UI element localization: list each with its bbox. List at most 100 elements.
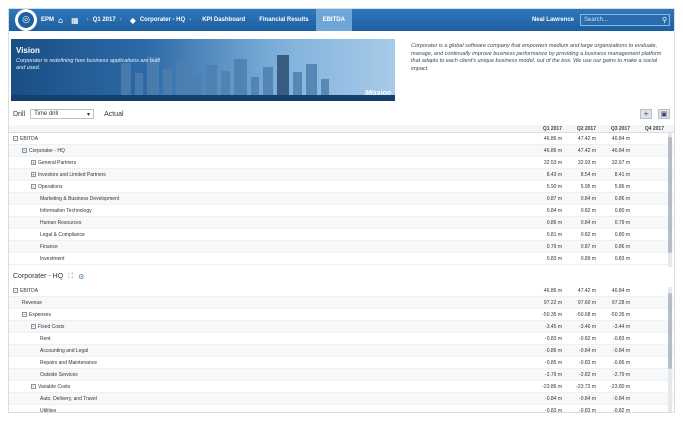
scrollbar[interactable] xyxy=(668,287,672,412)
breadcrumb-period[interactable]: Q1 2017 xyxy=(93,17,116,23)
table-row[interactable]: Revenue 97.22 m 97.60 m 97.28 m xyxy=(9,297,674,309)
grid-body: − EBITDA 46.86 m 47.42 m 46.84 m Revenue 97.22… xyxy=(9,285,674,413)
collapse-icon[interactable]: − xyxy=(13,288,18,293)
collapse-icon[interactable]: − xyxy=(31,184,36,189)
grid-icon[interactable]: ▦ xyxy=(71,16,79,25)
table-row[interactable]: Rent -0.83 m -0.82 m -0.83 m xyxy=(9,333,674,345)
add-icon[interactable]: + xyxy=(640,109,652,119)
drill-select[interactable]: Time drill ▾ xyxy=(30,109,95,119)
value-cell: 0.83 m xyxy=(546,255,562,262)
search-icon[interactable]: ⚲ xyxy=(662,16,667,24)
value-cell: 8.54 m xyxy=(580,171,596,178)
column-header[interactable]: Q3 2017 xyxy=(598,126,630,132)
home-icon[interactable]: ⌂ xyxy=(58,16,63,25)
table-row[interactable]: Repairs and Maintenance -0.85 m -0.83 m -0.… xyxy=(9,357,674,369)
table-row[interactable]: Finance 0.79 m 0.87 m 0.86 m xyxy=(9,241,674,253)
table-row[interactable]: Outside Services -2.79 m -2.82 m -2.79 m xyxy=(9,369,674,381)
value-cell: -0.86 m xyxy=(545,347,562,354)
hq-grid: − EBITDA 46.86 m 47.42 m 46.84 m Revenue 97.22… xyxy=(9,285,674,413)
table-row[interactable]: − EBITDA 46.86 m 47.42 m 46.84 m xyxy=(9,285,674,297)
value-cell: 97.60 m xyxy=(577,299,596,306)
value-cell: 0.84 m xyxy=(546,207,562,214)
grid2-title-bar: Corporater - HQ ⛶ ⚙ xyxy=(13,272,84,281)
table-row[interactable]: − Fixed Costs -3.45 m -3.46 m -3.44 m xyxy=(9,321,674,333)
table-row[interactable]: Utilities -0.83 m -0.83 m -0.82 m xyxy=(9,405,674,413)
mission-text: Corporater is a global software company … xyxy=(411,43,662,72)
value-cell: 0.80 m xyxy=(614,207,630,214)
expand-icon[interactable]: + xyxy=(31,172,36,177)
value-cell: 46.86 m xyxy=(543,287,562,294)
collapse-icon[interactable]: − xyxy=(22,312,27,317)
column-header[interactable]: Q1 2017 xyxy=(530,126,562,132)
settings-icon[interactable]: ⚙ xyxy=(78,273,84,281)
value-cell: -50.35 m xyxy=(610,311,630,318)
table-row[interactable]: − Variable Costs -23.86 m -23.73 m -23.80 m xyxy=(9,381,674,393)
scrollbar-thumb[interactable] xyxy=(668,137,672,253)
table-row[interactable]: Information Technology 0.84 m 0.82 m 0.80 m xyxy=(9,205,674,217)
breadcrumb-entity[interactable]: Corporater - HQ xyxy=(140,17,185,23)
table-row[interactable]: + General Partners 32.53 m 32.93 m 32.67 m xyxy=(9,157,674,169)
value-cell: -50.35 m xyxy=(542,311,562,318)
toolbar: Drill Time drill ▾ Actual + ▣ xyxy=(9,107,674,121)
ebitda-grid: Q1 2017 Q2 2017 Q3 2017 Q4 2017 − EBITDA 4… xyxy=(9,125,674,267)
value-cell: -2.79 m xyxy=(545,371,562,378)
search-placeholder: Search... xyxy=(584,17,609,23)
table-row[interactable]: − Corporater - HQ 46.86 m 47.42 m 46.84 m xyxy=(9,145,674,157)
value-cell: 0.80 m xyxy=(614,231,630,238)
vision-title: Vision xyxy=(16,46,40,55)
tab-kpi-dashboard[interactable]: KPI Dashboard xyxy=(195,9,252,31)
column-header[interactable]: Q2 2017 xyxy=(564,126,596,132)
row-label: Investment xyxy=(40,255,65,262)
grid-body: − EBITDA 46.86 m 47.42 m 46.84 m − Corporater … xyxy=(9,133,674,265)
value-cell: -0.84 m xyxy=(579,395,596,402)
table-row[interactable]: Human Resources 0.86 m 0.84 m 0.79 m xyxy=(9,217,674,229)
row-label-cell: Outside Services xyxy=(9,372,530,378)
row-label: Legal & Compliance xyxy=(40,231,85,238)
value-cell: 0.86 m xyxy=(614,243,630,250)
row-label: Investors and Limited Partners xyxy=(38,171,106,178)
value-cell: -0.83 m xyxy=(579,359,596,366)
value-cell: 46.84 m xyxy=(611,287,630,294)
value-cell: 0.83 m xyxy=(614,255,630,262)
value-cell: -0.82 m xyxy=(613,407,630,413)
table-row[interactable]: Accounting and Legal -0.86 m -0.84 m -0.84 … xyxy=(9,345,674,357)
expand-icon[interactable]: ⛶ xyxy=(68,272,73,281)
table-row[interactable]: − Operations 5.90 m 5.95 m 5.86 m xyxy=(9,181,674,193)
vision-text: Corporater is redefining how business ap… xyxy=(16,58,160,71)
table-row[interactable]: − EBITDA 46.86 m 47.42 m 46.84 m xyxy=(9,133,674,145)
value-cell: -0.83 m xyxy=(545,335,562,342)
tab-financial-results[interactable]: Financial Results xyxy=(252,9,315,31)
value-cell: -50.68 m xyxy=(576,311,596,318)
collapse-icon[interactable]: − xyxy=(22,148,27,153)
row-label: EBITDA xyxy=(20,287,39,294)
expand-icon[interactable]: + xyxy=(31,160,36,165)
user-name[interactable]: Neal Lawrence xyxy=(532,17,574,23)
table-row[interactable]: Investment 0.83 m 0.89 m 0.83 m xyxy=(9,253,674,265)
chevron-right-icon: › xyxy=(86,17,89,23)
table-row[interactable]: Marketing & Business Development 0.87 m 0.… xyxy=(9,193,674,205)
value-cell: -2.82 m xyxy=(579,371,596,378)
collapse-icon[interactable]: − xyxy=(31,384,36,389)
row-label-cell: + General Partners xyxy=(9,160,530,166)
table-row[interactable]: − Expenses -50.35 m -50.68 m -50.35 m xyxy=(9,309,674,321)
scrollbar-thumb[interactable] xyxy=(668,293,672,369)
row-label-cell: Information Technology xyxy=(9,208,530,214)
column-header[interactable]: Q4 2017 xyxy=(632,126,664,132)
value-cell: 0.84 m xyxy=(580,195,596,202)
table-row[interactable]: + Investors and Limited Partners 8.43 m 8.5… xyxy=(9,169,674,181)
collapse-icon[interactable]: − xyxy=(31,324,36,329)
logo[interactable]: ◎ xyxy=(15,9,37,31)
collapse-icon[interactable]: − xyxy=(13,136,18,141)
table-row[interactable]: Auto, Delivery, and Travel -0.84 m -0.84 m… xyxy=(9,393,674,405)
value-cell: -3.44 m xyxy=(613,323,630,330)
value-cell: 8.43 m xyxy=(546,171,562,178)
row-label: Finance xyxy=(40,243,58,250)
table-row[interactable]: Legal & Compliance 0.81 m 0.82 m 0.80 m xyxy=(9,229,674,241)
row-label: Repairs and Maintenance xyxy=(40,359,97,366)
tab-ebitda[interactable]: EBITDA xyxy=(315,9,352,31)
value-cell: -0.83 m xyxy=(579,407,596,413)
export-icon[interactable]: ▣ xyxy=(658,109,670,119)
row-label: Auto, Delivery, and Travel xyxy=(40,395,97,402)
scrollbar[interactable] xyxy=(668,133,672,267)
search-input[interactable]: Search... ⚲ xyxy=(580,14,670,26)
